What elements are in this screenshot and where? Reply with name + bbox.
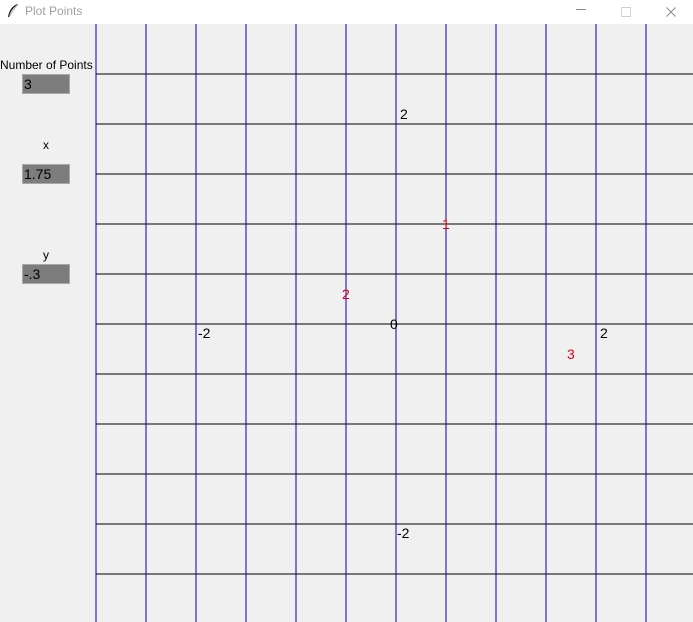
x-tick-label-pos: 2 bbox=[600, 325, 608, 341]
point-label: 3 bbox=[567, 346, 575, 362]
title-bar: Plot Points bbox=[0, 0, 693, 24]
number-of-points-label: Number of Points bbox=[0, 58, 93, 72]
origin-label: 0 bbox=[390, 316, 398, 332]
close-button[interactable] bbox=[649, 0, 693, 24]
y-label: y bbox=[43, 248, 49, 262]
maximize-button[interactable] bbox=[604, 0, 650, 24]
number-of-points-input[interactable] bbox=[22, 74, 70, 94]
window-title: Plot Points bbox=[25, 4, 83, 18]
point-label: 1 bbox=[442, 216, 450, 232]
y-tick-label-pos: 2 bbox=[400, 106, 408, 122]
x-label: x bbox=[43, 138, 49, 152]
minimize-button[interactable] bbox=[559, 0, 605, 24]
point-label: 2 bbox=[342, 286, 350, 302]
y-input[interactable] bbox=[22, 264, 70, 284]
close-icon bbox=[666, 7, 676, 17]
feather-icon bbox=[8, 3, 19, 18]
y-tick-label-neg: -2 bbox=[397, 525, 410, 541]
x-input[interactable] bbox=[22, 164, 70, 184]
maximize-icon bbox=[621, 7, 631, 17]
minimize-icon bbox=[576, 9, 586, 10]
x-tick-label-neg: -2 bbox=[198, 325, 211, 341]
plot-canvas: 0 -2 2 2 -2 1 2 3 bbox=[95, 24, 693, 622]
